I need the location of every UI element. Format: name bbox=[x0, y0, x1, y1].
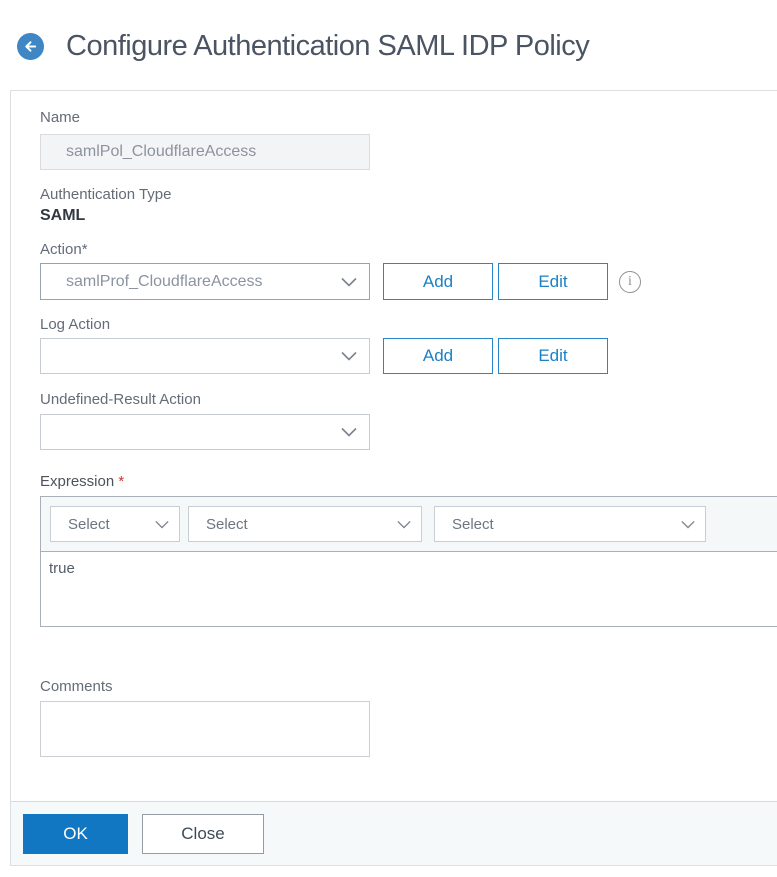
expression-label-text: Expression bbox=[40, 473, 115, 490]
form-panel: Name Authentication Type SAML Action* sa… bbox=[10, 90, 777, 866]
field-name: Name bbox=[40, 109, 777, 170]
field-action: Action* samlProf_CloudflareAccess Add Ed… bbox=[40, 241, 777, 300]
name-label: Name bbox=[40, 109, 81, 126]
expression-operator-select-1[interactable]: Select bbox=[50, 506, 180, 542]
log-action-select[interactable] bbox=[40, 338, 370, 374]
undefined-result-action-label: Undefined-Result Action bbox=[40, 391, 201, 408]
chevron-down-icon bbox=[155, 520, 169, 529]
authentication-type-label: Authentication Type bbox=[40, 186, 172, 203]
page-title: Configure Authentication SAML IDP Policy bbox=[66, 30, 590, 62]
comments-input[interactable] bbox=[40, 701, 370, 757]
action-edit-button[interactable]: Edit bbox=[498, 263, 608, 300]
expression-label: Expression * bbox=[40, 473, 777, 491]
info-icon[interactable]: i bbox=[619, 270, 641, 293]
authentication-type-value: SAML bbox=[40, 207, 86, 224]
log-action-edit-button[interactable]: Edit bbox=[498, 338, 608, 374]
expression-operator-select-2[interactable]: Select bbox=[188, 506, 422, 542]
expression-operator-select-3[interactable]: Select bbox=[434, 506, 706, 542]
expression-operator-select-2-value: Select bbox=[206, 515, 248, 533]
log-action-label: Log Action bbox=[40, 316, 111, 333]
chevron-down-icon bbox=[341, 351, 357, 361]
chevron-down-icon bbox=[341, 277, 357, 287]
expression-operator-select-1-value: Select bbox=[68, 515, 110, 533]
expression-toolbar: Select Select Select bbox=[41, 497, 777, 552]
chevron-down-icon bbox=[397, 520, 411, 529]
arrow-left-icon bbox=[25, 41, 37, 52]
chevron-down-icon bbox=[681, 520, 695, 529]
footer: OK Close bbox=[11, 801, 777, 865]
action-select[interactable]: samlProf_CloudflareAccess bbox=[40, 263, 370, 300]
field-undefined-result-action: Undefined-Result Action bbox=[40, 391, 777, 450]
ok-button[interactable]: OK bbox=[23, 814, 128, 854]
action-add-button[interactable]: Add bbox=[383, 263, 493, 300]
field-log-action: Log Action Add Edit bbox=[40, 316, 777, 374]
expression-operator-select-3-value: Select bbox=[452, 515, 494, 533]
expression-editor: Select Select Select true bbox=[40, 496, 777, 627]
field-authentication-type: Authentication Type SAML bbox=[40, 186, 777, 225]
form-body: Name Authentication Type SAML Action* sa… bbox=[11, 91, 777, 779]
close-button[interactable]: Close bbox=[142, 814, 264, 854]
log-action-add-button[interactable]: Add bbox=[383, 338, 493, 374]
chevron-down-icon bbox=[341, 427, 357, 437]
field-comments: Comments bbox=[40, 678, 777, 757]
name-input[interactable] bbox=[40, 134, 370, 170]
action-label: Action* bbox=[40, 241, 88, 258]
undefined-result-action-select[interactable] bbox=[40, 414, 370, 450]
comments-label: Comments bbox=[40, 678, 113, 695]
back-button[interactable] bbox=[17, 33, 44, 60]
expression-input[interactable]: true bbox=[41, 552, 777, 626]
field-expression: Expression * Select Select Select true bbox=[40, 473, 777, 627]
action-select-value: samlProf_CloudflareAccess bbox=[66, 272, 263, 290]
required-asterisk: * bbox=[118, 473, 125, 490]
page-header: Configure Authentication SAML IDP Policy bbox=[0, 0, 777, 90]
